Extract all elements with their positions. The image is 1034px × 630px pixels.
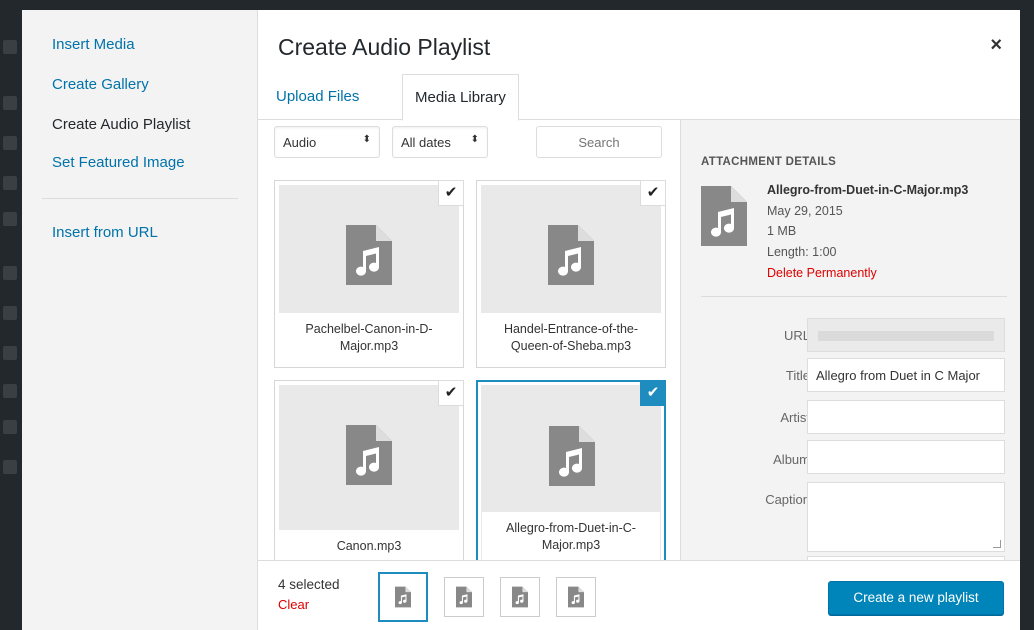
admin-sidebar-backdrop (0, 0, 22, 630)
media-type-filter-value: Audio (283, 135, 317, 150)
admin-menu-icon (3, 40, 17, 54)
media-modal: Insert Media Create Gallery Create Audio… (22, 10, 1020, 630)
artist-field[interactable] (807, 400, 1005, 434)
audio-file-icon (568, 586, 584, 608)
details-heading: ATTACHMENT DETAILS (701, 156, 837, 168)
close-icon[interactable]: × (990, 34, 1002, 57)
admin-menu-icon (3, 460, 17, 474)
title-field[interactable]: Allegro from Duet in C Major (807, 358, 1005, 392)
details-size: 1 MB (767, 224, 797, 238)
attachment-filename: Canon.mp3 (279, 530, 459, 560)
audio-file-icon (549, 426, 595, 486)
audio-file-icon (346, 225, 392, 285)
menu-item-create-gallery[interactable]: Create Gallery (52, 76, 149, 93)
admin-backdrop-right (1020, 0, 1034, 630)
admin-menu-icon (3, 420, 17, 434)
details-separator (701, 296, 1007, 297)
checkmark-icon[interactable]: ✔ (640, 380, 666, 406)
admin-backdrop-top (0, 0, 1034, 10)
router-tabs: Upload Files Media Library (258, 74, 1020, 121)
url-field[interactable] (807, 318, 1005, 352)
media-toolbar: 4 selected Clear Create a new playlist (258, 560, 1020, 630)
details-filename: Allegro-from-Duet-in-C-Major.mp3 (767, 183, 969, 197)
album-field[interactable] (807, 440, 1005, 474)
menu-item-set-featured-image[interactable]: Set Featured Image (52, 154, 185, 171)
modal-title: Create Audio Playlist (278, 34, 491, 60)
attachment-details: ATTACHMENT DETAILS Allegro-from-Duet-in-… (680, 120, 1020, 576)
attachment-filename: Handel-Entrance-of-the-Queen-of-Sheba.mp… (481, 313, 661, 363)
details-length: Length: 1:00 (767, 245, 837, 259)
clear-selection-link[interactable]: Clear (278, 597, 309, 612)
admin-menu-icon (3, 384, 17, 398)
date-filter[interactable]: All dates ⬍ (392, 126, 488, 158)
search-input[interactable] (536, 126, 662, 158)
create-new-playlist-button[interactable]: Create a new playlist (828, 581, 1004, 615)
selection-thumb[interactable] (378, 572, 428, 622)
menu-item-create-audio-playlist[interactable]: Create Audio Playlist (52, 116, 190, 133)
admin-menu-icon (3, 212, 17, 226)
attachment-item[interactable]: Canon.mp3 ✔ (274, 380, 464, 560)
select-arrow-icon: ⬍ (362, 134, 371, 145)
url-value-blurred (818, 331, 994, 341)
selection-thumb[interactable] (556, 577, 596, 617)
tab-upload-files[interactable]: Upload Files (276, 88, 359, 105)
attachments-grid: Pachelbel-Canon-in-D-Major.mp3 ✔ Handel-… (268, 176, 678, 560)
selection-count: 4 selected (278, 577, 340, 592)
tab-media-library[interactable]: Media Library (402, 74, 519, 121)
caption-field[interactable] (807, 482, 1005, 552)
menu-item-insert-from-url[interactable]: Insert from URL (52, 224, 158, 241)
checkmark-icon[interactable]: ✔ (640, 180, 666, 206)
audio-file-icon (701, 186, 747, 246)
attachment-item-current[interactable]: Allegro-from-Duet-in-C-Major.mp3 ✔ (476, 380, 666, 560)
audio-file-icon (346, 425, 392, 485)
admin-menu-icon (3, 266, 17, 280)
admin-menu-icon (3, 346, 17, 360)
attachment-item[interactable]: Pachelbel-Canon-in-D-Major.mp3 ✔ (274, 180, 464, 368)
audio-file-icon (512, 586, 528, 608)
artist-label: Artist (780, 410, 810, 425)
audio-file-icon (456, 586, 472, 608)
admin-menu-icon (3, 96, 17, 110)
admin-menu-icon (3, 306, 17, 320)
date-filter-value: All dates (401, 135, 451, 150)
selection-thumb[interactable] (500, 577, 540, 617)
audio-file-icon (395, 586, 411, 608)
select-arrow-icon: ⬍ (470, 134, 479, 145)
attachment-item[interactable]: Handel-Entrance-of-the-Queen-of-Sheba.mp… (476, 180, 666, 368)
checkmark-icon[interactable]: ✔ (438, 380, 464, 406)
attachment-filename: Allegro-from-Duet-in-C-Major.mp3 (482, 512, 660, 560)
resize-handle-icon[interactable] (993, 540, 1001, 548)
checkmark-icon[interactable]: ✔ (438, 180, 464, 206)
attachment-filename: Pachelbel-Canon-in-D-Major.mp3 (279, 313, 459, 363)
menu-item-insert-media[interactable]: Insert Media (52, 36, 135, 53)
menu-separator (42, 198, 238, 199)
admin-menu-icon (3, 176, 17, 190)
selection-thumb[interactable] (444, 577, 484, 617)
delete-permanently-link[interactable]: Delete Permanently (767, 266, 877, 280)
album-label: Album (773, 452, 810, 467)
audio-file-icon (548, 225, 594, 285)
caption-label: Caption (765, 492, 810, 507)
media-type-filter[interactable]: Audio ⬍ (274, 126, 380, 158)
admin-menu-icon (3, 136, 17, 150)
media-menu: Insert Media Create Gallery Create Audio… (22, 10, 258, 630)
details-date: May 29, 2015 (767, 204, 843, 218)
